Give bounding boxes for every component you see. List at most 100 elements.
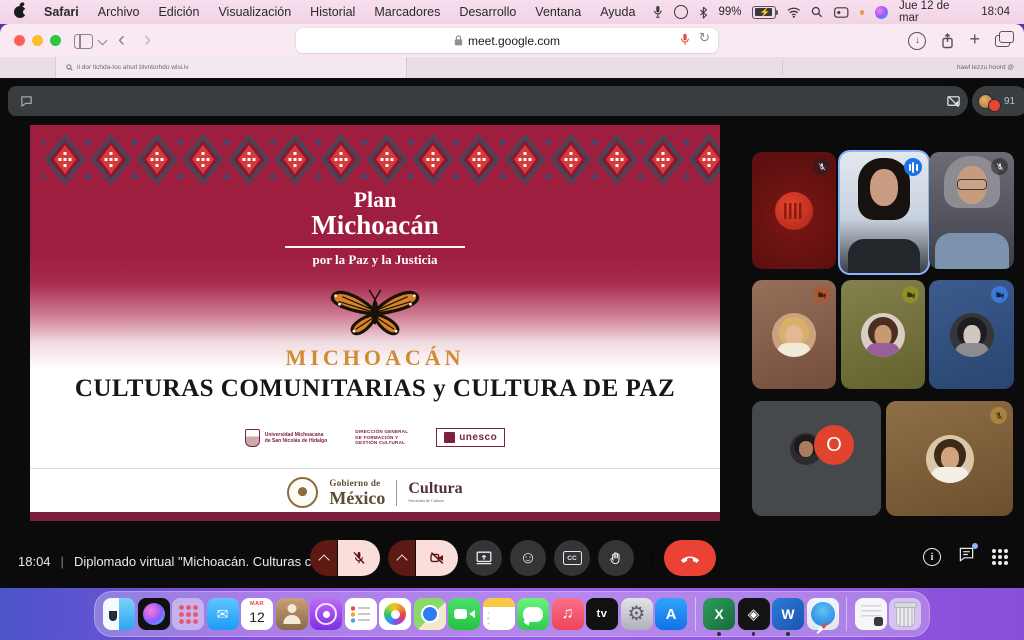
monarch-butterfly-icon bbox=[327, 283, 423, 341]
menu-historial[interactable]: Historial bbox=[310, 5, 355, 19]
menu-archivo[interactable]: Archivo bbox=[98, 5, 140, 19]
participant-tile-avatar-2[interactable] bbox=[841, 280, 925, 389]
wifi-icon[interactable] bbox=[787, 7, 801, 18]
active-tab[interactable]: il dor tichda-toc ahurl blvntorhdo wlsi.… bbox=[55, 57, 407, 78]
presentation-off-button[interactable] bbox=[938, 86, 968, 116]
apple-logo-icon[interactable] bbox=[14, 6, 26, 18]
menu-ventana[interactable]: Ventana bbox=[535, 5, 581, 19]
dock-notes-icon[interactable] bbox=[483, 598, 515, 630]
dock-appstore-icon[interactable]: A bbox=[655, 598, 687, 630]
sidebar-toggle-icon[interactable] bbox=[74, 34, 93, 49]
forward-button[interactable]: › bbox=[144, 25, 151, 55]
share-icon[interactable] bbox=[941, 33, 954, 49]
captions-button[interactable]: CC bbox=[554, 540, 590, 576]
new-tab-icon[interactable]: + bbox=[969, 29, 980, 50]
raise-hand-button[interactable] bbox=[598, 540, 634, 576]
cam-off-icon bbox=[991, 286, 1008, 303]
url-text: meet.google.com bbox=[468, 34, 560, 48]
window-zoom-button[interactable] bbox=[50, 35, 61, 46]
creative-cloud-icon[interactable] bbox=[674, 5, 688, 19]
dock: ✉MAR12 ♫tv⚙AX◈W bbox=[94, 591, 930, 637]
downloads-icon[interactable]: ↓ bbox=[908, 32, 926, 50]
participant-tile-avatar-1[interactable] bbox=[752, 280, 836, 389]
safari-window: ‹ › meet.google.com ↻ ↓ + il dor tichda-… bbox=[0, 24, 1024, 588]
dock-appletv-icon[interactable]: tv bbox=[586, 598, 618, 630]
dock-mail-icon[interactable]: ✉ bbox=[207, 598, 239, 630]
activities-grid-icon[interactable] bbox=[992, 549, 996, 553]
participant-tile-avatar-3[interactable] bbox=[929, 280, 1014, 389]
dock-reminders-icon[interactable] bbox=[345, 598, 377, 630]
unesco-temple-icon bbox=[444, 432, 455, 443]
dock-finder-icon[interactable] bbox=[103, 598, 135, 630]
menu-ayuda[interactable]: Ayuda bbox=[600, 5, 635, 19]
presented-slide[interactable]: Plan Michoacán por la Paz y la Justicia … bbox=[30, 125, 720, 521]
menu-safari[interactable]: Safari bbox=[44, 5, 79, 19]
university-line1: Universidad Michoacana bbox=[265, 432, 328, 438]
menubar-mic-icon[interactable] bbox=[653, 5, 663, 19]
participants-button[interactable]: 91 bbox=[972, 86, 1024, 116]
meeting-details-button[interactable]: i bbox=[923, 548, 941, 566]
dock-photos-icon[interactable] bbox=[379, 598, 411, 630]
dock-trash-icon[interactable] bbox=[889, 598, 921, 630]
menubar-status: 99% ⚡ Jue 12 de mar 18:04 bbox=[653, 0, 1010, 24]
menubar-date[interactable]: Jue 12 de mar bbox=[899, 0, 970, 24]
back-button[interactable]: ‹ bbox=[118, 25, 125, 55]
chat-button[interactable] bbox=[958, 546, 975, 568]
window-close-button[interactable] bbox=[14, 35, 25, 46]
spotlight-search-icon[interactable] bbox=[811, 6, 823, 18]
charging-bolt-icon: ⚡ bbox=[759, 7, 770, 18]
tab-overview-icon[interactable] bbox=[995, 35, 1010, 47]
control-center-icon[interactable] bbox=[834, 7, 849, 18]
dock-downloads-doc-icon[interactable] bbox=[855, 598, 887, 630]
dock-contacts-icon[interactable] bbox=[276, 598, 308, 630]
region-title: MICHOACÁN bbox=[30, 345, 720, 371]
address-bar[interactable]: meet.google.com ↻ bbox=[296, 28, 718, 53]
menu-desarrollo[interactable]: Desarrollo bbox=[459, 5, 516, 19]
meeting-clock: 18:04 bbox=[18, 554, 51, 569]
participant-tile-logo[interactable] bbox=[752, 152, 836, 269]
menubar-time[interactable]: 18:04 bbox=[981, 6, 1010, 18]
menu-marcadores[interactable]: Marcadores bbox=[374, 5, 440, 19]
dock-podcasts-icon[interactable] bbox=[310, 598, 342, 630]
mic-options-chevron[interactable] bbox=[310, 540, 337, 576]
reload-icon[interactable]: ↻ bbox=[699, 30, 710, 46]
banner-caption-icon bbox=[20, 95, 33, 108]
reactions-button[interactable]: ☺ bbox=[510, 540, 546, 576]
dock-excel-icon[interactable]: X bbox=[703, 598, 735, 630]
dock-safari-icon[interactable] bbox=[807, 598, 839, 630]
chat-notification-dot bbox=[972, 543, 978, 549]
dock-launchpad-icon[interactable] bbox=[172, 598, 204, 630]
cam-off-button[interactable] bbox=[416, 540, 458, 576]
siri-icon[interactable] bbox=[875, 6, 888, 19]
battery-icon[interactable]: ⚡ bbox=[752, 6, 775, 19]
window-minimize-button[interactable] bbox=[32, 35, 43, 46]
more-options-button[interactable]: ⋮ bbox=[640, 540, 664, 576]
sidebar-chevron-icon[interactable] bbox=[98, 36, 108, 46]
more-options-icon: ⋮ bbox=[644, 548, 660, 568]
cam-options-chevron[interactable] bbox=[388, 540, 415, 576]
dock-music-icon[interactable]: ♫ bbox=[552, 598, 584, 630]
participant-tile-avatar-4[interactable] bbox=[886, 401, 1013, 516]
battery-percent: 99% bbox=[718, 6, 741, 18]
dock-word-icon[interactable]: W bbox=[772, 598, 804, 630]
dock-siri-icon[interactable] bbox=[138, 598, 170, 630]
dock-cube-icon[interactable]: ◈ bbox=[738, 598, 770, 630]
menu-edición[interactable]: Edición bbox=[158, 5, 199, 19]
participant-tile-group[interactable]: O bbox=[752, 401, 881, 516]
participant-tile-video-2[interactable] bbox=[929, 152, 1014, 269]
menu-visualización[interactable]: Visualización bbox=[218, 5, 291, 19]
dock-facetime-icon[interactable] bbox=[448, 598, 480, 630]
bluetooth-icon[interactable] bbox=[699, 6, 708, 19]
dock-messages-icon[interactable] bbox=[517, 598, 549, 630]
desktop-wallpaper: ✉MAR12 ♫tv⚙AX◈W bbox=[0, 588, 1024, 640]
plan-michoacan-heading: Plan Michoacán por la Paz y la Justicia bbox=[30, 189, 720, 268]
present-screen-button[interactable] bbox=[466, 540, 502, 576]
dock-maps-icon[interactable] bbox=[414, 598, 446, 630]
gobierno-top: Gobierno de bbox=[329, 479, 385, 488]
participant-tile-active-speaker[interactable] bbox=[838, 150, 930, 275]
dock-calendar-icon[interactable]: MAR12 bbox=[241, 598, 273, 630]
dock-settings-icon[interactable]: ⚙ bbox=[621, 598, 653, 630]
end-call-button[interactable] bbox=[664, 540, 716, 576]
participant-torso bbox=[848, 239, 920, 273]
mic-off-button[interactable] bbox=[338, 540, 380, 576]
